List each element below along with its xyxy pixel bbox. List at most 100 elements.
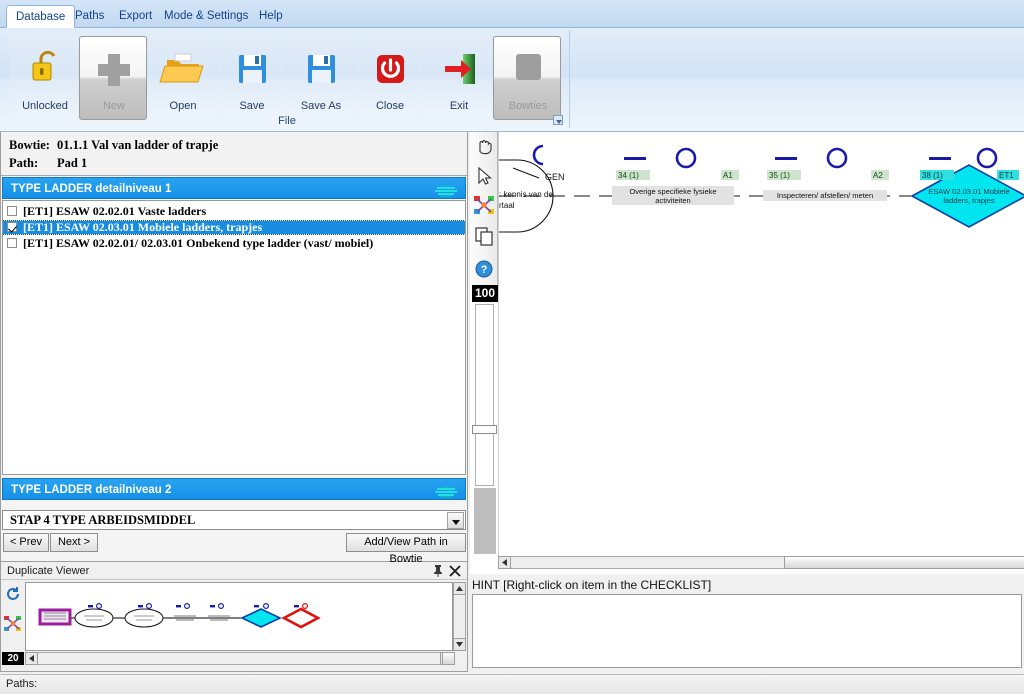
scroll-left-arrow-icon[interactable] (498, 556, 511, 569)
step-combo-value: STAP 4 TYPE ARBEIDSMIDDEL (10, 513, 196, 527)
ribbon-group-file: Unlocked New Open Save Save As Close Exi… (4, 30, 570, 128)
exit-arrow-icon (425, 46, 493, 92)
bowtie-info-header: Bowtie: 01.1.1 Val van ladder of trapje … (1, 132, 467, 176)
menu-tab-mode-settings[interactable]: Mode & Settings (155, 5, 257, 28)
list-item-label: [ET1] ESAW 02.02.01/ 02.03.01 Onbekend t… (23, 236, 374, 250)
path-label: Path: (9, 156, 39, 170)
list-item[interactable]: [ET1] ESAW 02.03.01 Mobiele ladders, tra… (3, 220, 465, 235)
path-value: Pad 1 (57, 156, 88, 170)
scroll-down-arrow-icon[interactable] (453, 638, 466, 651)
refresh-icon[interactable] (5, 586, 21, 605)
canvas-hscroll-thumb[interactable] (784, 556, 1024, 569)
bowtie-label: Bowtie: (9, 138, 50, 152)
svg-text:35 (1): 35 (1) (769, 171, 790, 180)
bowtie-diagram-svg: GEN : kennis van de rtaal 34 (1) A1 Over… (479, 144, 1024, 233)
color-scissors-icon[interactable] (472, 193, 496, 219)
scroll-corner (442, 652, 455, 665)
help-icon[interactable]: ? (472, 257, 496, 283)
svg-text:activiteiten: activiteiten (655, 196, 690, 205)
svg-text:38 (1): 38 (1) (922, 171, 943, 180)
ribbon-dialog-launcher-icon[interactable] (553, 115, 563, 125)
color-scissors-icon[interactable] (3, 614, 23, 637)
svg-text:rtaal: rtaal (499, 201, 515, 210)
save-as-label: Save As (300, 100, 342, 112)
application-window: Database Paths Export Mode & Settings He… (0, 0, 1024, 694)
menu-tab-paths[interactable]: Paths (66, 5, 113, 28)
power-icon (356, 46, 424, 92)
duplicate-viewer-hscrollbar[interactable] (25, 652, 453, 665)
menu-tab-help[interactable]: Help (250, 5, 292, 28)
list-item-label: [ET1] ESAW 02.02.01 Vaste ladders (23, 204, 207, 218)
menu-bar: Database Paths Export Mode & Settings He… (0, 0, 1024, 28)
svg-text:Overige specifieke fysieke: Overige specifieke fysieke (629, 187, 716, 196)
list-item[interactable]: [ET1] ESAW 02.02.01 Vaste ladders (3, 205, 465, 218)
pin-icon[interactable] (432, 564, 444, 578)
canvas-hscrollbar[interactable] (498, 556, 1024, 569)
checkbox[interactable] (7, 238, 17, 248)
duplicate-viewer-title: Duplicate Viewer (1, 562, 467, 580)
left-panel: Bowtie: 01.1.1 Val van ladder of trapje … (0, 132, 468, 565)
svg-text:ET1: ET1 (999, 171, 1014, 180)
section-header-detailniveau-1[interactable]: TYPE LADDER detailniveau 1 (2, 177, 466, 199)
save-button[interactable]: Save (217, 36, 285, 120)
new-button[interactable]: New (79, 36, 147, 120)
duplicate-viewer-vscrollbar[interactable] (453, 582, 466, 651)
section-toggle-icon[interactable] (435, 183, 457, 197)
bowties-button[interactable]: Bowties (493, 36, 561, 120)
section-toggle-icon[interactable] (435, 484, 457, 498)
svg-text:ESAW 02.03.01 Mobiele: ESAW 02.03.01 Mobiele (928, 187, 1009, 196)
status-text: Paths: (6, 678, 38, 690)
checkbox[interactable] (7, 222, 17, 232)
arrow-select-icon[interactable] (472, 164, 496, 190)
zoom-slider-track[interactable] (472, 304, 497, 486)
duplicate-viewer-zoom-badge: 20 (2, 652, 24, 665)
list-item-label: [ET1] ESAW 02.03.01 Mobiele ladders, tra… (23, 220, 263, 234)
close-label: Close (375, 100, 405, 112)
open-button[interactable]: Open (148, 36, 216, 120)
diagram-canvas[interactable]: GEN : kennis van de rtaal 34 (1) A1 Over… (479, 132, 1024, 556)
duplicate-viewer-tools (1, 582, 25, 651)
prev-button[interactable]: < Prev (3, 533, 49, 552)
scroll-left-arrow-icon[interactable] (25, 652, 38, 665)
diagram-zoom-badge: 100 (472, 285, 498, 302)
section-1-title: TYPE LADDER detailniveau 1 (11, 183, 172, 195)
copy-icon[interactable] (472, 224, 496, 250)
svg-text:ladders, trapjes: ladders, trapjes (943, 196, 995, 205)
hand-pan-icon[interactable] (472, 135, 496, 161)
diagram-panel: ? 100 GEN : kennis van de rtaal 34 (1) A… (470, 132, 1024, 574)
checklist-detailniveau-1[interactable]: [ET1] ESAW 02.02.01 Vaste ladders [ET1] … (2, 200, 466, 475)
section-2-title: TYPE LADDER detailniveau 2 (11, 484, 172, 496)
chevron-down-icon[interactable] (447, 512, 464, 529)
plus-icon (80, 46, 148, 92)
ribbon: Database Paths Export Mode & Settings He… (0, 0, 1024, 132)
folder-open-icon (149, 46, 217, 92)
zoom-slider-thumb[interactable] (472, 425, 497, 434)
gate-label: GEN (545, 172, 565, 182)
hint-label: HINT [Right-click on item in the CHECKLI… (472, 578, 712, 592)
bowties-label: Bowties (508, 100, 548, 112)
checkbox[interactable] (7, 206, 17, 216)
menu-tab-database[interactable]: Database (6, 5, 76, 28)
section-header-detailniveau-2[interactable]: TYPE LADDER detailniveau 2 (2, 478, 466, 500)
bowtie-value: 01.1.1 Val van ladder of trapje (57, 138, 219, 152)
close-button[interactable]: Close (355, 36, 423, 120)
scroll-up-arrow-icon[interactable] (453, 582, 466, 595)
close-icon[interactable] (448, 564, 462, 578)
svg-text:A2: A2 (873, 171, 883, 180)
svg-text:: kennis van de: : kennis van de (499, 190, 553, 199)
next-button[interactable]: Next > (50, 533, 98, 552)
unlocked-button[interactable]: Unlocked (10, 36, 78, 120)
new-label: New (102, 100, 125, 112)
list-item[interactable]: [ET1] ESAW 02.02.01/ 02.03.01 Onbekend t… (3, 237, 465, 250)
add-view-path-button[interactable]: Add/View Path in Bowtie (346, 533, 466, 565)
save-as-button[interactable]: Save As (286, 36, 354, 120)
hint-textbox[interactable] (472, 594, 1022, 668)
menu-tab-export[interactable]: Export (110, 5, 161, 28)
step-combo[interactable]: STAP 4 TYPE ARBEIDSMIDDEL (2, 510, 466, 530)
exit-button[interactable]: Exit (424, 36, 492, 120)
padlock-open-icon (11, 46, 79, 92)
svg-text:?: ? (481, 264, 488, 276)
ribbon-body: Unlocked New Open Save Save As Close Exi… (0, 28, 1024, 132)
bowties-icon (494, 46, 562, 92)
duplicate-viewer-canvas[interactable] (25, 582, 453, 651)
